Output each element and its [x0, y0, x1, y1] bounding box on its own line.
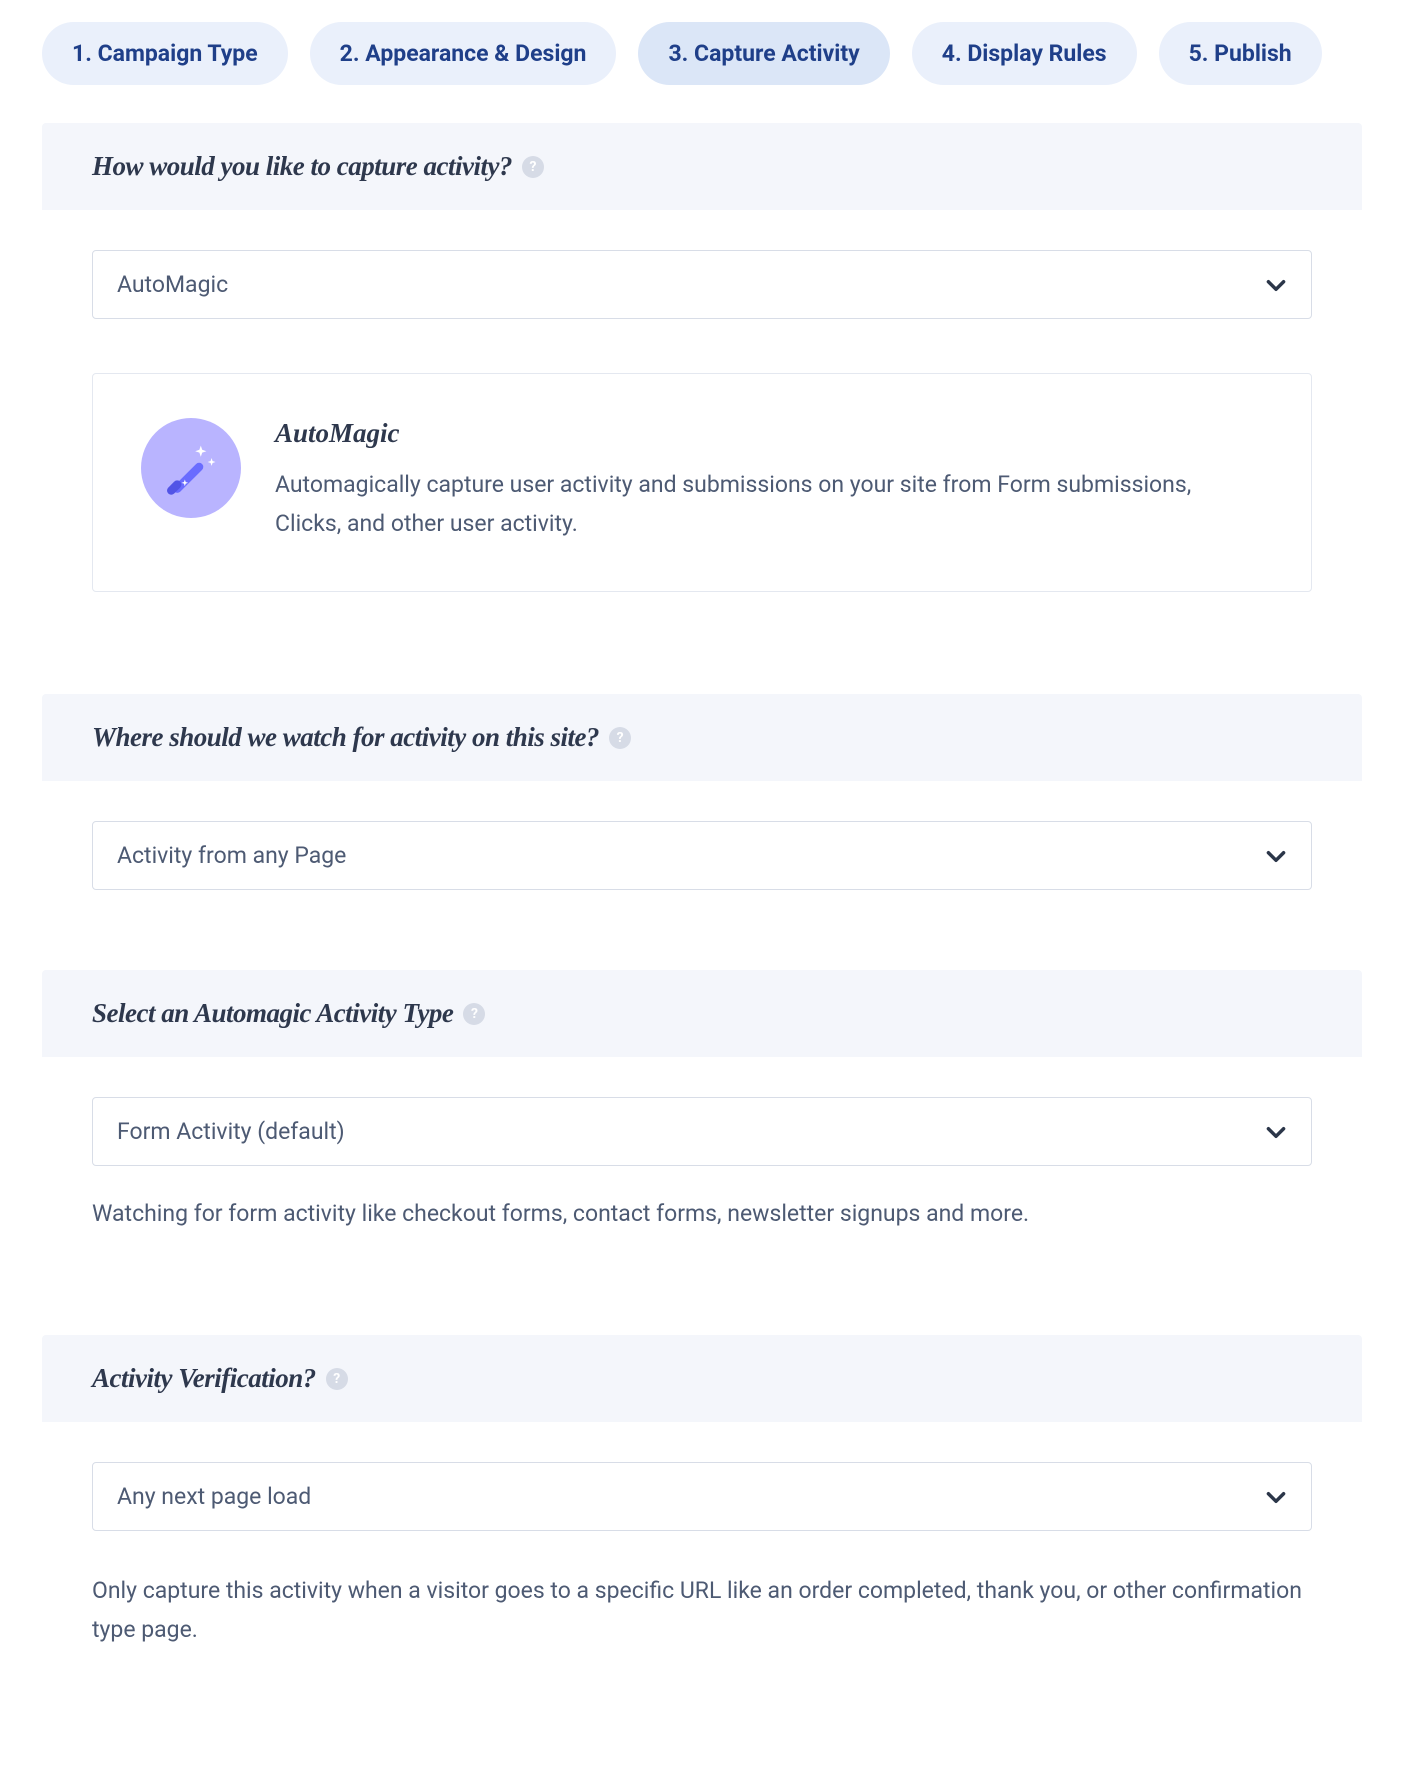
section-title: How would you like to capture activity?: [92, 151, 512, 182]
wizard-tab-step-1[interactable]: 1. Campaign Type: [42, 22, 288, 85]
chevron-down-icon: [1263, 843, 1289, 869]
wizard-tabs: 1. Campaign Type 2. Appearance & Design 3.…: [42, 22, 1362, 85]
activity-type-helper: Watching for form activity like checkout…: [92, 1194, 1312, 1233]
help-icon[interactable]: ?: [522, 156, 544, 178]
wizard-tab-step-3[interactable]: 3. Capture Activity: [638, 22, 889, 85]
verification-helper: Only capture this activity when a visito…: [92, 1571, 1312, 1649]
help-icon[interactable]: ?: [326, 1368, 348, 1390]
info-card-title: AutoMagic: [275, 418, 1263, 449]
wizard-tab-step-4[interactable]: 4. Display Rules: [912, 22, 1137, 85]
capture-method-info-card: AutoMagic Automagically capture user act…: [92, 373, 1312, 592]
wand-icon: [141, 418, 241, 518]
section-title: Select an Automagic Activity Type: [92, 998, 453, 1029]
select-value: Activity from any Page: [117, 842, 346, 869]
section-header-capture: How would you like to capture activity? …: [42, 123, 1362, 210]
section-header-watch: Where should we watch for activity on th…: [42, 694, 1362, 781]
capture-method-select[interactable]: AutoMagic: [92, 250, 1312, 319]
help-icon[interactable]: ?: [609, 727, 631, 749]
chevron-down-icon: [1263, 272, 1289, 298]
info-card-description: Automagically capture user activity and …: [275, 465, 1263, 543]
section-header-activity-type: Select an Automagic Activity Type ?: [42, 970, 1362, 1057]
chevron-down-icon: [1263, 1119, 1289, 1145]
select-value: Any next page load: [117, 1483, 311, 1510]
verification-select[interactable]: Any next page load: [92, 1462, 1312, 1531]
section-header-verification: Activity Verification? ?: [42, 1335, 1362, 1422]
select-value: AutoMagic: [117, 271, 228, 298]
wizard-tab-step-2[interactable]: 2. Appearance & Design: [310, 22, 617, 85]
select-value: Form Activity (default): [117, 1118, 345, 1145]
help-icon[interactable]: ?: [463, 1003, 485, 1025]
activity-type-select[interactable]: Form Activity (default): [92, 1097, 1312, 1166]
wizard-tab-step-5[interactable]: 5. Publish: [1159, 22, 1322, 85]
watch-location-select[interactable]: Activity from any Page: [92, 821, 1312, 890]
section-title: Activity Verification?: [92, 1363, 316, 1394]
section-title: Where should we watch for activity on th…: [92, 722, 599, 753]
chevron-down-icon: [1263, 1484, 1289, 1510]
